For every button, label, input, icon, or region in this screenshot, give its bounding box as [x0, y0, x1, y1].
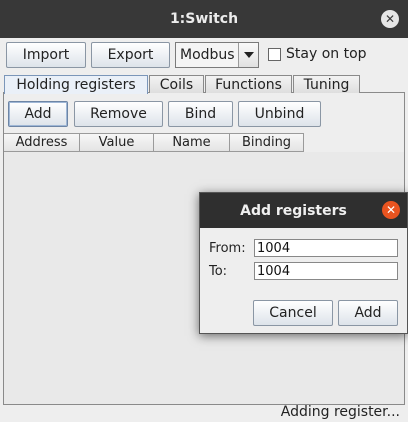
remove-register-button[interactable]: Remove	[74, 101, 163, 127]
tab-holding-registers[interactable]: Holding registers	[4, 75, 148, 94]
unbind-button[interactable]: Unbind	[238, 101, 321, 127]
confirm-add-button[interactable]: Add	[338, 300, 398, 326]
from-input[interactable]	[254, 239, 398, 257]
window-close-icon[interactable]: ✕	[381, 10, 399, 28]
stay-on-top-toggle[interactable]: Stay on top	[268, 46, 367, 62]
to-input[interactable]	[254, 262, 398, 280]
stay-on-top-label: Stay on top	[286, 46, 367, 62]
protocol-select-value: Modbus	[180, 47, 235, 63]
column-header-address[interactable]: Address	[4, 134, 80, 151]
tab-tuning[interactable]: Tuning	[293, 75, 360, 93]
window-titlebar[interactable]: 1:Switch ✕	[0, 0, 408, 38]
add-registers-dialog: Add registers ✕ From: To: Cancel Add	[199, 192, 408, 334]
cancel-button[interactable]: Cancel	[253, 300, 333, 326]
tab-coils[interactable]: Coils	[149, 75, 204, 93]
from-label: From:	[209, 240, 246, 256]
stay-on-top-checkbox[interactable]	[268, 47, 281, 61]
to-field-row: To:	[209, 262, 398, 280]
column-header-value[interactable]: Value	[80, 134, 154, 151]
dialog-titlebar[interactable]: Add registers ✕	[200, 193, 407, 228]
dialog-close-icon[interactable]: ✕	[382, 201, 400, 219]
status-text: Adding register...	[280, 404, 400, 420]
tab-functions[interactable]: Functions	[205, 75, 292, 93]
dialog-title: Add registers	[240, 202, 347, 219]
add-register-button[interactable]: Add	[8, 101, 68, 127]
from-field-row: From:	[209, 239, 398, 257]
protocol-select[interactable]: Modbus	[175, 42, 259, 68]
import-button[interactable]: Import	[6, 42, 86, 68]
bind-button[interactable]: Bind	[168, 101, 233, 127]
chevron-down-icon[interactable]	[238, 43, 258, 67]
export-button[interactable]: Export	[91, 42, 170, 68]
registers-table-header: Address Value Name Binding	[4, 133, 304, 152]
window-title: 1:Switch	[169, 11, 239, 27]
column-header-binding[interactable]: Binding	[230, 134, 304, 151]
to-label: To:	[209, 263, 228, 279]
column-header-name[interactable]: Name	[154, 134, 230, 151]
